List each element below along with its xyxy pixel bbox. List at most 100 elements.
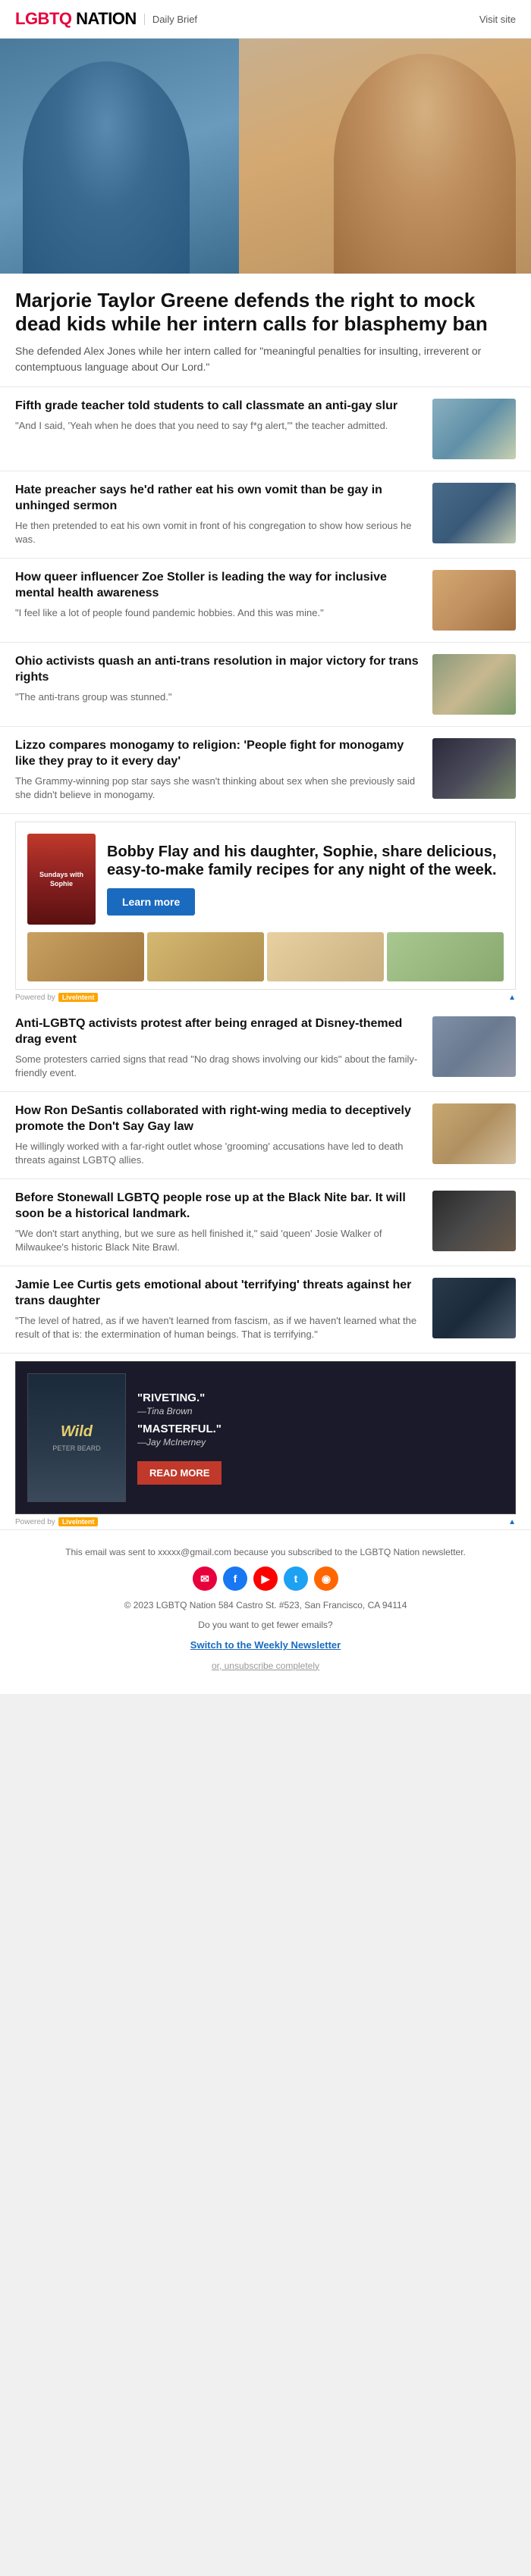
article-thumbnail — [432, 1278, 516, 1338]
ad-indicator: ▲ — [508, 994, 516, 1002]
article-summary: "The level of hatred, as if we haven't l… — [15, 1314, 421, 1341]
article-headline[interactable]: Anti-LGBTQ activists protest after being… — [15, 1016, 421, 1048]
article-headline[interactable]: Before Stonewall LGBTQ people rose up at… — [15, 1191, 421, 1222]
article-headline[interactable]: Jamie Lee Curtis gets emotional about 't… — [15, 1278, 421, 1310]
article-item: Lizzo compares monogamy to religion: 'Pe… — [0, 727, 531, 814]
person-right-figure — [334, 54, 516, 274]
ad1-powered-by: Powered by LiveIntent ▲ — [0, 990, 531, 1005]
article-thumbnail — [432, 1016, 516, 1077]
book-cover: Wild PETER BEARD — [27, 1373, 126, 1502]
article-headline[interactable]: How Ron DeSantis collaborated with right… — [15, 1103, 421, 1135]
quote2-text: "MASTERFUL." — [137, 1423, 504, 1435]
article-content: Ohio activists quash an anti-trans resol… — [15, 654, 421, 704]
ad-block-1: Sundays with Sophie Bobby Flay and his d… — [15, 822, 516, 990]
article-summary: "The anti-trans group was stunned." — [15, 690, 421, 704]
powered-label2: Powered by — [15, 1518, 55, 1526]
article-item: How Ron DeSantis collaborated with right… — [0, 1092, 531, 1179]
book-title: Wild — [61, 1423, 93, 1441]
unsubscribe-link[interactable]: or, unsubscribe completely — [212, 1660, 319, 1671]
read-more-button[interactable]: READ MORE — [137, 1461, 222, 1485]
article-summary: He willingly worked with a far-right out… — [15, 1140, 421, 1167]
social-rss-icon[interactable]: ◉ — [314, 1567, 338, 1591]
article-item: Ohio activists quash an anti-trans resol… — [0, 643, 531, 727]
article-thumbnail — [432, 483, 516, 543]
article-headline[interactable]: Fifth grade teacher told students to cal… — [15, 399, 421, 415]
article-item: Hate preacher says he'd rather eat his o… — [0, 471, 531, 559]
article-summary: "I feel like a lot of people found pande… — [15, 606, 421, 620]
main-article: Marjorie Taylor Greene defends the right… — [0, 274, 531, 387]
social-twitter-icon[interactable]: t — [284, 1567, 308, 1591]
social-email-icon[interactable]: ✉ — [193, 1567, 217, 1591]
article-content: Anti-LGBTQ activists protest after being… — [15, 1016, 421, 1080]
learn-more-button[interactable]: Learn more — [107, 888, 195, 916]
ad2-powered-by: Powered by LiveIntent ▲ — [0, 1514, 531, 1529]
article-summary: The Grammy-winning pop star says she was… — [15, 775, 421, 802]
quote2-author: —Jay McInerney — [137, 1437, 504, 1448]
logo-lgbtq: LGBTQ — [15, 9, 72, 28]
person-left-figure — [23, 61, 190, 274]
logo-nation: NATION — [72, 9, 137, 28]
logo-area: LGBTQ NATION Daily Brief — [15, 9, 197, 29]
email-notice: This email was sent to xxxxx@gmail.com b… — [15, 1545, 516, 1559]
copyright-text: © 2023 LGBTQ Nation 584 Castro St. #523,… — [15, 1598, 516, 1612]
visit-site-link[interactable]: Visit site — [479, 14, 516, 25]
ad2-quotes: "RIVETING." —Tina Brown "MASTERFUL." —Ja… — [137, 1391, 504, 1485]
article-thumbnail — [432, 399, 516, 459]
ad-book-title: Sundays with Sophie — [33, 870, 90, 889]
article-item: Fifth grade teacher told students to cal… — [0, 387, 531, 471]
logo: LGBTQ NATION — [15, 9, 137, 29]
daily-brief-label: Daily Brief — [144, 14, 197, 25]
food-image-1 — [27, 932, 144, 981]
hero-left-panel — [0, 39, 266, 274]
switch-newsletter-link[interactable]: Switch to the Weekly Newsletter — [190, 1639, 341, 1651]
quote1-text: "RIVETING." — [137, 1391, 504, 1404]
article-summary: "We don't start anything, but we sure as… — [15, 1227, 421, 1254]
article-headline[interactable]: Ohio activists quash an anti-trans resol… — [15, 654, 421, 686]
ad-text: Bobby Flay and his daughter, Sophie, sha… — [107, 843, 504, 916]
article-summary: Some protesters carried signs that read … — [15, 1053, 421, 1080]
article-content: How queer influencer Zoe Stoller is lead… — [15, 570, 421, 620]
powered-label: Powered by — [15, 994, 55, 1002]
article-summary: He then pretended to eat his own vomit i… — [15, 519, 421, 546]
article-thumbnail — [432, 570, 516, 631]
liveintent-badge2: LiveIntent — [58, 1517, 99, 1526]
book-author: PETER BEARD — [52, 1445, 101, 1452]
article-thumbnail — [432, 1103, 516, 1164]
hero-right-panel — [239, 39, 531, 274]
article-item: Jamie Lee Curtis gets emotional about 't… — [0, 1266, 531, 1354]
ad-inner: Sundays with Sophie Bobby Flay and his d… — [16, 822, 515, 932]
article-content: Lizzo compares monogamy to religion: 'Pe… — [15, 738, 421, 802]
article-content: Jamie Lee Curtis gets emotional about 't… — [15, 1278, 421, 1341]
article-content: Before Stonewall LGBTQ people rose up at… — [15, 1191, 421, 1254]
liveintent-badge: LiveIntent — [58, 993, 99, 1002]
article-summary: "And I said, 'Yeah when he does that you… — [15, 419, 421, 433]
article-thumbnail — [432, 1191, 516, 1251]
article-item: Before Stonewall LGBTQ people rose up at… — [0, 1179, 531, 1266]
ad-block-2: Wild PETER BEARD "RIVETING." —Tina Brown… — [15, 1361, 516, 1514]
main-article-headline[interactable]: Marjorie Taylor Greene defends the right… — [15, 289, 516, 336]
article-content: Fifth grade teacher told students to cal… — [15, 399, 421, 433]
ad2-indicator: ▲ — [508, 1518, 516, 1526]
ad-book-cover: Sundays with Sophie — [27, 834, 96, 925]
social-youtube-icon[interactable]: ▶ — [253, 1567, 278, 1591]
food-image-2 — [147, 932, 264, 981]
article-thumbnail — [432, 738, 516, 799]
article-content: How Ron DeSantis collaborated with right… — [15, 1103, 421, 1167]
hero-image — [0, 39, 531, 274]
article-thumbnail — [432, 654, 516, 715]
food-image-4 — [387, 932, 504, 981]
article-content: Hate preacher says he'd rather eat his o… — [15, 483, 421, 546]
food-image-3 — [267, 932, 384, 981]
fewer-emails-text: Do you want to get fewer emails? — [15, 1618, 516, 1632]
ad-headline: Bobby Flay and his daughter, Sophie, sha… — [107, 843, 504, 879]
header: LGBTQ NATION Daily Brief Visit site — [0, 0, 531, 39]
social-facebook-icon[interactable]: f — [223, 1567, 247, 1591]
main-article-summary: She defended Alex Jones while her intern… — [15, 343, 516, 375]
article-headline[interactable]: Hate preacher says he'd rather eat his o… — [15, 483, 421, 515]
ad-food-row — [16, 932, 515, 989]
article-headline[interactable]: Lizzo compares monogamy to religion: 'Pe… — [15, 738, 421, 770]
ad2-inner: Wild PETER BEARD "RIVETING." —Tina Brown… — [16, 1362, 515, 1513]
social-icons-row: ✉ f ▶ t ◉ — [15, 1567, 516, 1591]
article-headline[interactable]: How queer influencer Zoe Stoller is lead… — [15, 570, 421, 602]
quote1-author: —Tina Brown — [137, 1406, 504, 1416]
